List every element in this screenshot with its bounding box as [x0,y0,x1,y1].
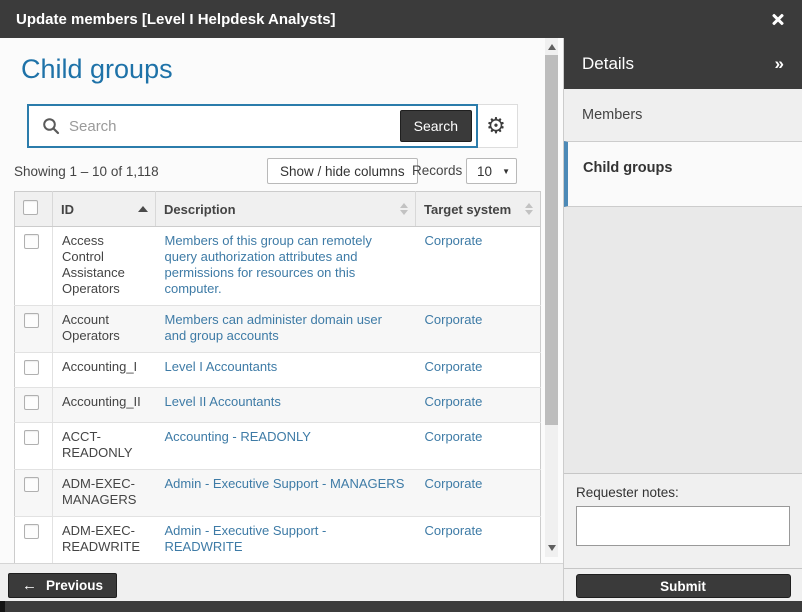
previous-button[interactable]: ← Previous [8,573,117,598]
row-target-link[interactable]: Corporate [425,233,483,248]
select-all-cell [15,192,53,227]
row-description-link[interactable]: Accounting - READONLY [165,429,311,444]
search-button[interactable]: Search [400,110,472,142]
modal-title: Update members [Level I Helpdesk Analyst… [16,11,336,28]
row-description-link[interactable]: Admin - Executive Support - READWRITE [165,523,327,554]
sidebar-item-child-groups[interactable]: Child groups [564,141,802,207]
table-row: Accounting_II Level II Accountants Corpo… [15,388,541,423]
table-toolbar: Showing 1 – 10 of 1,118 Show / hide colu… [14,158,549,185]
sort-icon [525,203,533,215]
row-description-link[interactable]: Level II Accountants [165,394,281,409]
search-panel: Search ⚙ [27,104,518,148]
requester-notes-input[interactable] [576,506,790,546]
table-row: Access Control Assistance Operators Memb… [15,227,541,306]
chevron-down-icon: ▼ [502,167,510,176]
table-row: ADM-EXEC-MANAGERS Admin - Executive Supp… [15,470,541,517]
row-target-link[interactable]: Corporate [425,476,483,491]
table-body: Access Control Assistance Operators Memb… [15,227,541,564]
table-row: Accounting_I Level I Accountants Corpora… [15,353,541,388]
child-groups-table: ID Description Target system Access Cont… [14,191,541,563]
row-description-link[interactable]: Members of this group can remotely query… [165,233,372,296]
row-id: Account Operators [62,312,120,343]
records-select[interactable]: 10 ▼ [466,158,517,184]
table-row: Account Operators Members can administer… [15,306,541,353]
search-settings-zone: ⚙ [475,105,517,147]
footer-bar: ← Previous [0,563,563,601]
column-header-id[interactable]: ID [53,192,156,227]
main-panel: Child groups Search ⚙ Showing 1 – 10 of … [0,38,563,563]
row-description-link[interactable]: Admin - Executive Support - MANAGERS [165,476,405,491]
row-target-link[interactable]: Corporate [425,394,483,409]
search-icon [42,117,60,135]
row-description-link[interactable]: Level I Accountants [165,359,278,374]
page-background-strip [0,601,802,612]
showing-count: Showing 1 – 10 of 1,118 [14,164,159,179]
select-all-checkbox[interactable] [23,200,38,215]
row-target-link[interactable]: Corporate [425,359,483,374]
row-checkbox[interactable] [24,477,39,492]
sort-icon [400,203,408,215]
row-checkbox[interactable] [24,234,39,249]
row-checkbox[interactable] [24,313,39,328]
row-description-link[interactable]: Members can administer domain user and g… [165,312,382,343]
column-header-description[interactable]: Description [156,192,416,227]
update-members-modal: Update members [Level I Helpdesk Analyst… [0,0,802,612]
scroll-down-icon[interactable] [548,545,556,551]
show-hide-columns-button[interactable]: Show / hide columns [267,158,418,184]
scrollbar-thumb[interactable] [545,55,558,425]
row-target-link[interactable]: Corporate [425,523,483,538]
scroll-up-icon[interactable] [548,44,556,50]
modal-header: Update members [Level I Helpdesk Analyst… [0,0,802,38]
row-checkbox[interactable] [24,524,39,539]
row-checkbox[interactable] [24,430,39,445]
details-sidebar: Details » Members Child groups Requester… [563,38,802,601]
table-row: ADM-EXEC-READWRITE Admin - Executive Sup… [15,517,541,564]
row-id: ADM-EXEC-MANAGERS [62,476,136,507]
table-header-row: ID Description Target system [15,192,541,227]
records-label: Records [412,158,462,184]
submit-button[interactable]: Submit [576,574,791,598]
row-id: Accounting_I [62,359,137,374]
sort-ascending-icon [138,206,148,212]
row-checkbox[interactable] [24,395,39,410]
row-id: Accounting_II [62,394,141,409]
gear-icon[interactable]: ⚙ [486,115,506,137]
sidebar-item-members[interactable]: Members [564,89,802,141]
row-id: Access Control Assistance Operators [62,233,125,296]
vertical-scrollbar[interactable] [545,38,558,557]
row-id: ACCT-READONLY [62,429,133,460]
row-target-link[interactable]: Corporate [425,429,483,444]
sidebar-spacer [564,207,802,473]
collapse-panel-icon[interactable]: » [775,54,784,74]
arrow-left-icon: ← [22,578,37,593]
records-value: 10 [477,164,492,179]
details-title: Details [582,54,634,74]
table-row: ACCT-READONLY Accounting - READONLY Corp… [15,423,541,470]
row-checkbox[interactable] [24,360,39,375]
requester-notes-label: Requester notes: [576,485,790,500]
submit-area: Submit [564,568,802,601]
close-icon[interactable] [770,11,786,27]
row-id: ADM-EXEC-READWRITE [62,523,140,554]
row-target-link[interactable]: Corporate [425,312,483,327]
details-header: Details » [564,38,802,89]
search-box: Search [27,104,478,148]
page-title: Child groups [21,54,563,85]
requester-notes-section: Requester notes: [564,473,802,568]
column-header-target-system[interactable]: Target system [416,192,541,227]
